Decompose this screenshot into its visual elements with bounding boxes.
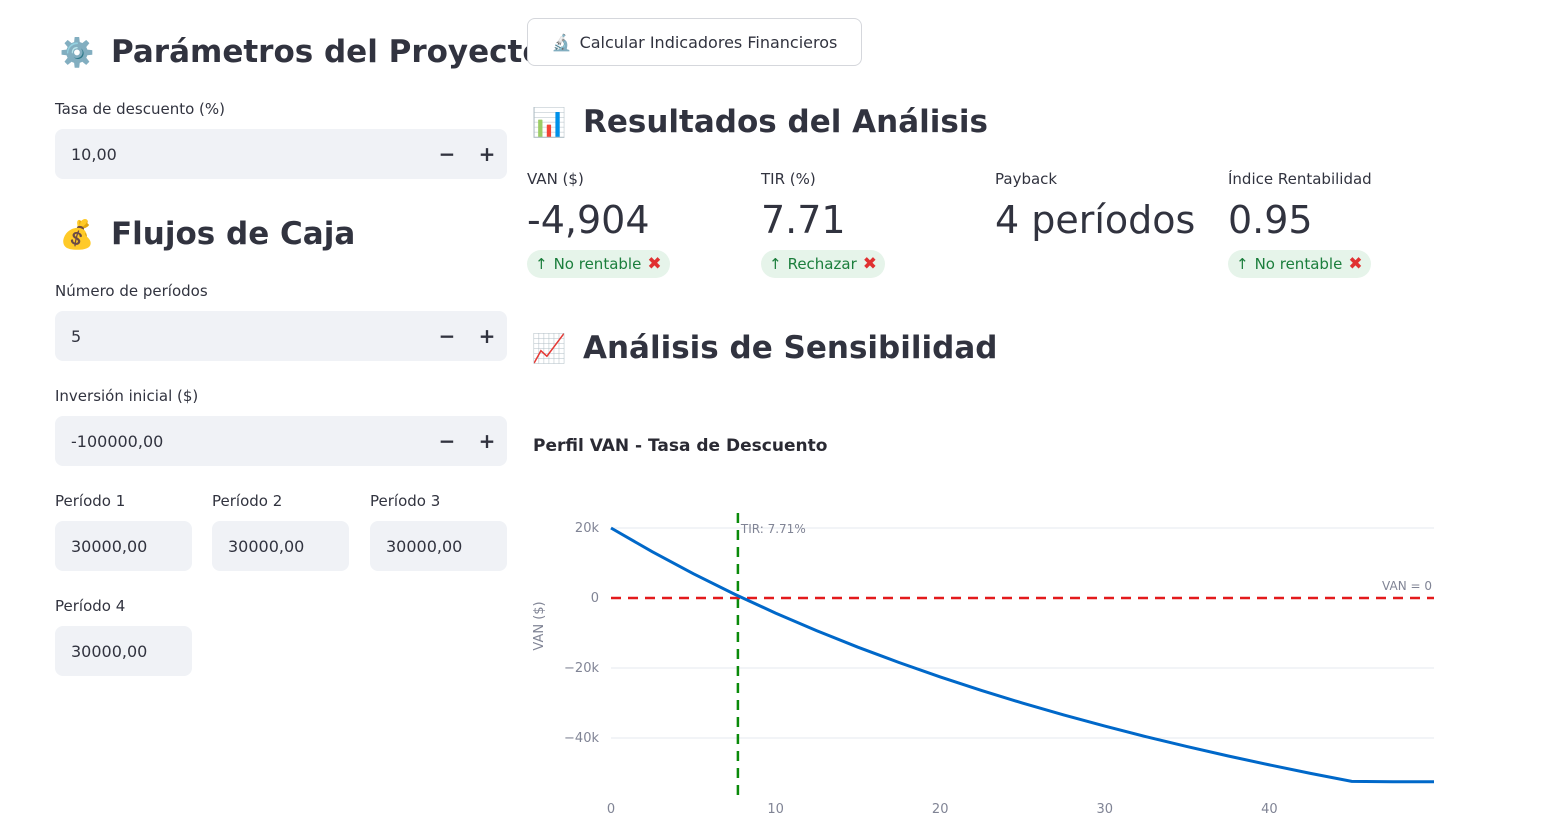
metric-value: 0.95 [1228, 198, 1313, 242]
chart-title: Perfil VAN - Tasa de Descuento [533, 436, 828, 456]
x-tick-label: 10 [767, 802, 784, 815]
arrow-up-icon: ↑ [1236, 255, 1249, 273]
microscope-icon: 🔬 [551, 32, 572, 52]
y-tick-label: −40k [564, 731, 599, 746]
metric-label: Índice Rentabilidad [1228, 170, 1372, 188]
periods-input[interactable] [55, 311, 427, 361]
cross-mark-icon: ✖ [862, 254, 877, 274]
y-tick-labels: 20k 0 −20k −40k [564, 521, 599, 746]
investment-decrement-button[interactable]: − [427, 416, 467, 466]
investment-label: Inversión inicial ($) [55, 387, 199, 405]
results-panel: 🔬 Calcular Indicadores Financieros 📊 Res… [527, 0, 1527, 815]
metric-delta-text: No rentable [553, 255, 642, 273]
discount-rate-increment-button[interactable]: + [467, 129, 507, 179]
chart-increasing-icon: 📈 [531, 331, 567, 365]
period-3-input[interactable] [370, 521, 507, 571]
metric-label: TIR (%) [761, 170, 816, 188]
periods-input-group: − + [55, 311, 507, 361]
metric-label: VAN ($) [527, 170, 584, 188]
metric-value: 7.71 [761, 198, 846, 242]
metric-tir: TIR (%) 7.71 ↑ Rechazar ✖ [761, 170, 991, 278]
arrow-up-icon: ↑ [769, 255, 782, 273]
annotations: TIR: 7.71% VAN = 0 [611, 513, 1434, 795]
investment-increment-button[interactable]: + [467, 416, 507, 466]
metric-delta-text: No rentable [1254, 255, 1343, 273]
x-tick-label: 30 [1097, 802, 1114, 815]
period-3-field [370, 521, 507, 571]
y-tick-label: 20k [575, 521, 600, 536]
x-tick-label: 0 [607, 802, 615, 815]
params-title-text: Parámetros del Proyecto [111, 34, 544, 70]
period-1-input[interactable] [55, 521, 192, 571]
discount-rate-input[interactable] [55, 129, 427, 179]
period-4-input[interactable] [55, 626, 192, 676]
investment-input[interactable] [55, 416, 427, 466]
period-4-label: Período 4 [55, 597, 126, 615]
results-title: 📊 Resultados del Análisis [527, 104, 988, 140]
discount-rate-input-group: − + [55, 129, 507, 179]
investment-input-group: − + [55, 416, 507, 466]
npv-profile-chart: 20k 0 −20k −40k 0 10 20 30 40 VAN ($) TIR: 7.71… [532, 513, 1434, 815]
metric-profitability-index: Índice Rentabilidad 0.95 ↑ No rentable ✖ [1228, 170, 1458, 278]
van-zero-label: VAN = 0 [1382, 579, 1432, 593]
y-tick-label: −20k [564, 661, 599, 676]
gear-icon: ⚙️ [59, 35, 95, 69]
metric-delta: ↑ Rechazar ✖ [761, 250, 885, 278]
calculate-button-label: Calcular Indicadores Financieros [579, 32, 838, 52]
discount-rate-decrement-button[interactable]: − [427, 129, 467, 179]
x-tick-labels: 0 10 20 30 40 [607, 802, 1278, 815]
sensitivity-title-text: Análisis de Sensibilidad [583, 330, 998, 366]
metric-label: Payback [995, 170, 1058, 188]
bar-chart-icon: 📊 [531, 105, 567, 139]
metric-delta-text: Rechazar [787, 255, 857, 273]
period-1-label: Período 1 [55, 492, 126, 510]
metric-value: 4 períodos [995, 198, 1196, 242]
cross-mark-icon: ✖ [647, 254, 662, 274]
metric-delta: ↑ No rentable ✖ [1228, 250, 1371, 278]
metric-delta: ↑ No rentable ✖ [527, 250, 670, 278]
arrow-up-icon: ↑ [535, 255, 548, 273]
results-title-text: Resultados del Análisis [583, 104, 988, 140]
npv-series-line [610, 526, 1434, 784]
periods-label: Número de períodos [55, 282, 208, 300]
x-tick-label: 20 [932, 802, 949, 815]
period-3-label: Período 3 [370, 492, 441, 510]
period-2-input[interactable] [212, 521, 349, 571]
cash-flows-title: 💰 Flujos de Caja [55, 216, 356, 252]
metric-payback: Payback 4 períodos [995, 170, 1225, 242]
sensitivity-title: 📈 Análisis de Sensibilidad [527, 330, 998, 366]
grid-layer [611, 527, 1434, 739]
period-2-label: Período 2 [212, 492, 283, 510]
periods-decrement-button[interactable]: − [427, 311, 467, 361]
periods-increment-button[interactable]: + [467, 311, 507, 361]
metric-van: VAN ($) -4,904 ↑ No rentable ✖ [527, 170, 757, 278]
cross-mark-icon: ✖ [1348, 254, 1363, 274]
discount-rate-label: Tasa de descuento (%) [55, 100, 226, 118]
period-1-field [55, 521, 192, 571]
params-title: ⚙️ Parámetros del Proyecto [55, 34, 544, 70]
period-2-field [212, 521, 349, 571]
money-bag-icon: 💰 [59, 217, 95, 251]
y-axis-label: VAN ($) [532, 601, 547, 650]
tir-label: TIR: 7.71% [740, 522, 806, 536]
period-4-field [55, 626, 192, 676]
cash-flows-title-text: Flujos de Caja [111, 216, 356, 252]
y-tick-label: 0 [591, 591, 599, 606]
calculate-button[interactable]: 🔬 Calcular Indicadores Financieros [527, 18, 862, 66]
metric-value: -4,904 [527, 198, 650, 242]
x-tick-label: 40 [1261, 802, 1278, 815]
